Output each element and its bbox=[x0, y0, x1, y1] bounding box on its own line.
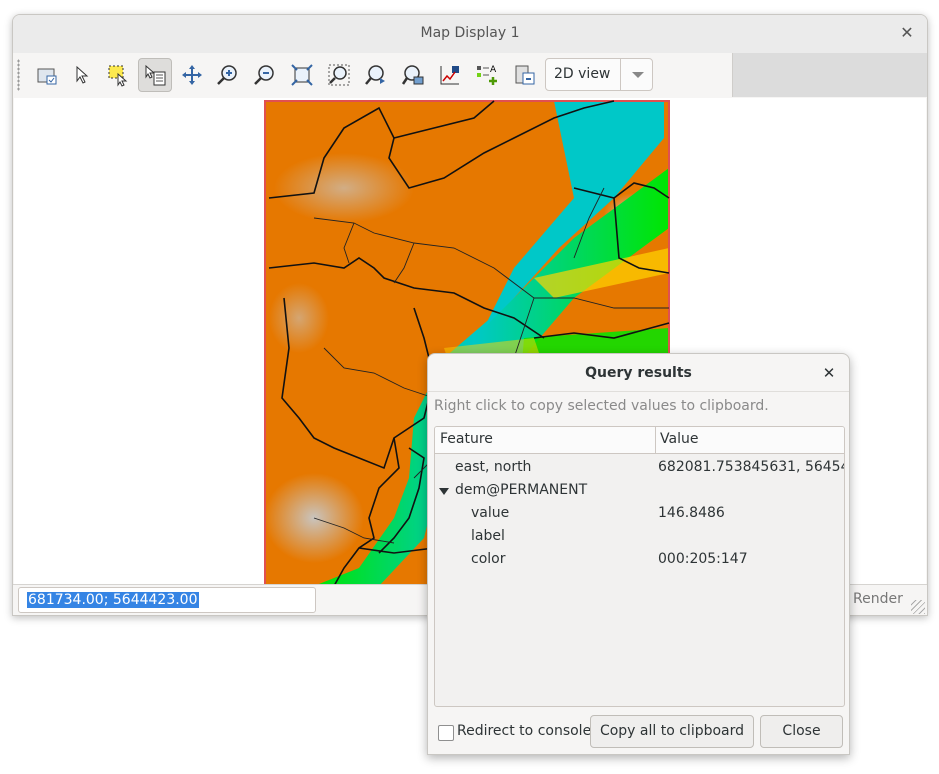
zoom-out-button[interactable] bbox=[248, 58, 282, 92]
map-toolbar: A 2D view bbox=[13, 53, 733, 97]
display-map-icon bbox=[37, 68, 57, 85]
overlay-icon: A bbox=[477, 65, 497, 85]
display-map-button[interactable] bbox=[30, 58, 64, 92]
coordinates-value: 681734.00; 5644423.00 bbox=[27, 592, 199, 608]
query-icon bbox=[145, 64, 166, 86]
title-bar[interactable]: Map Display 1 ✕ bbox=[13, 15, 927, 54]
value-cell: 682081.753845631, 564549 bbox=[658, 459, 845, 475]
select-icon bbox=[108, 65, 128, 87]
toolbar-grip[interactable] bbox=[17, 59, 20, 91]
select-divider bbox=[620, 59, 621, 90]
zoom-menu-icon bbox=[328, 64, 350, 86]
tree-row[interactable]: east, north 682081.753845631, 564549 bbox=[435, 457, 844, 480]
save-icon bbox=[515, 65, 535, 85]
zoom-menu-button[interactable] bbox=[322, 58, 356, 92]
window-title: Map Display 1 bbox=[420, 25, 520, 41]
redirect-label[interactable]: Redirect to console bbox=[457, 723, 591, 739]
zoom-out-icon bbox=[254, 65, 274, 85]
copy-all-button[interactable]: Copy all to clipboard bbox=[590, 715, 754, 748]
query-button[interactable] bbox=[138, 58, 172, 92]
window-close-button[interactable]: ✕ bbox=[897, 23, 917, 43]
pointer-icon bbox=[76, 65, 89, 84]
zoom-back-icon bbox=[365, 65, 385, 85]
copy-hint: Right click to copy selected values to c… bbox=[434, 398, 769, 414]
zoom-in-icon bbox=[217, 65, 237, 85]
redirect-checkbox[interactable] bbox=[438, 725, 454, 741]
pan-button[interactable] bbox=[175, 58, 209, 92]
overlay-button[interactable]: A bbox=[470, 58, 504, 92]
chevron-down-icon[interactable] bbox=[632, 72, 644, 78]
column-header-feature[interactable]: Feature bbox=[440, 431, 493, 447]
column-divider[interactable] bbox=[655, 427, 656, 453]
close-button[interactable]: Close bbox=[760, 715, 843, 748]
zoom-extent-icon bbox=[291, 64, 313, 86]
resize-grip[interactable] bbox=[911, 600, 925, 614]
svg-text:A: A bbox=[490, 65, 497, 75]
dialog-title: Query results bbox=[585, 365, 692, 381]
value-cell: 146.8486 bbox=[658, 505, 725, 521]
upland-w bbox=[269, 283, 329, 353]
select-button[interactable] bbox=[101, 58, 135, 92]
feature-cell: east, north bbox=[455, 459, 532, 475]
analyze-icon bbox=[440, 66, 459, 85]
analyze-button[interactable] bbox=[433, 58, 467, 92]
zoom-in-button[interactable] bbox=[211, 58, 245, 92]
expand-arrow-icon[interactable] bbox=[439, 488, 449, 495]
results-tree[interactable]: Feature Value east, north 682081.7538456… bbox=[434, 426, 845, 707]
tree-row[interactable]: value 146.8486 bbox=[435, 503, 844, 526]
query-results-dialog: Query results ✕ Right click to copy sele… bbox=[427, 353, 850, 755]
zoom-back-button[interactable] bbox=[359, 58, 393, 92]
tree-row[interactable]: dem@PERMANENT bbox=[435, 480, 844, 503]
feature-cell: label bbox=[471, 528, 505, 544]
render-label: Render bbox=[853, 591, 903, 607]
dialog-close-icon[interactable]: ✕ bbox=[819, 363, 839, 383]
dialog-title-bar[interactable]: Query results ✕ bbox=[428, 354, 849, 392]
tree-header: Feature Value bbox=[435, 427, 844, 454]
tree-row[interactable]: label bbox=[435, 526, 844, 549]
view-mode-select[interactable]: 2D view bbox=[545, 58, 653, 91]
zoom-region-icon bbox=[401, 65, 424, 85]
feature-cell: dem@PERMANENT bbox=[455, 482, 588, 498]
feature-cell: value bbox=[471, 505, 510, 521]
value-cell: 000:205:147 bbox=[658, 551, 748, 567]
coordinates-field[interactable]: 681734.00; 5644423.00 bbox=[18, 587, 316, 613]
toolbar-empty-area bbox=[733, 53, 927, 97]
pointer-button[interactable] bbox=[65, 58, 99, 92]
column-header-value[interactable]: Value bbox=[660, 431, 698, 447]
pan-icon bbox=[182, 65, 202, 85]
feature-cell: color bbox=[471, 551, 506, 567]
view-mode-value: 2D view bbox=[554, 66, 611, 82]
zoom-extent-button[interactable] bbox=[285, 58, 319, 92]
zoom-region-button[interactable] bbox=[396, 58, 430, 92]
tree-row[interactable]: color 000:205:147 bbox=[435, 549, 844, 572]
save-button[interactable] bbox=[507, 58, 541, 92]
